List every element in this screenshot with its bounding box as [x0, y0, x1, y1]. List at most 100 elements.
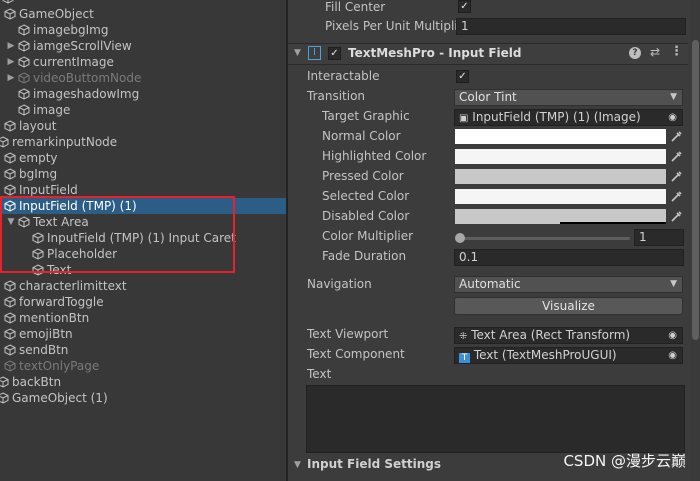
eyedropper-icon[interactable] [669, 210, 683, 224]
scrollbar-thumb[interactable] [692, 40, 699, 340]
fade-duration-field[interactable]: 0.1 [454, 249, 684, 266]
hierarchy-item[interactable]: emojiBtn [0, 326, 286, 342]
eyedropper-icon[interactable] [669, 150, 683, 164]
hierarchy-item[interactable]: imageshadowImg [0, 86, 286, 102]
transition-dropdown[interactable]: Color Tint ▼ [454, 89, 683, 106]
component-header[interactable]: ▼ I ✓ TextMeshPro - Input Field ? ⇄ ⋮ [288, 43, 688, 65]
ppu-label: Pixels Per Unit Multiplie [325, 19, 466, 33]
gameobject-icon [32, 232, 44, 244]
navigation-dropdown[interactable]: Automatic ▼ [454, 276, 683, 293]
navigation-value: Automatic [459, 277, 521, 291]
gameobject-icon [2, 0, 14, 4]
gameobject-icon [4, 120, 16, 132]
gameobject-icon [4, 184, 16, 196]
help-icon[interactable]: ? [629, 47, 641, 59]
hierarchy-item[interactable]: GameObject [0, 6, 286, 22]
hierarchy-item[interactable]: Text [0, 262, 286, 278]
object-picker-icon[interactable]: ◉ [668, 348, 677, 363]
object-picker-icon[interactable]: ◉ [668, 328, 677, 343]
hierarchy-item[interactable]: layout [0, 118, 286, 134]
fade-duration-label: Fade Duration [322, 249, 407, 263]
ppu-field[interactable]: 1 [456, 18, 686, 35]
normal-color-label: Normal Color [322, 129, 401, 143]
gameobject-icon [4, 168, 16, 180]
text-component-value: Text (TextMeshProUGUI) [473, 348, 617, 362]
highlighted-color-swatch[interactable] [455, 149, 666, 164]
hierarchy-item[interactable]: ▶ iamgeScrollView [0, 38, 286, 54]
gameobject-icon [32, 264, 44, 276]
gameobject-icon [18, 56, 30, 68]
hierarchy-item-label: mentionBtn [19, 311, 90, 325]
hierarchy-item[interactable]: characterlimittext [0, 278, 286, 294]
alpha-bar [560, 222, 666, 224]
watermark: CSDN @漫步云巅 [563, 452, 686, 470]
hierarchy-item[interactable]: imagebgImg [0, 22, 286, 38]
gameobject-icon [18, 40, 30, 52]
hierarchy-item[interactable]: ▼ Text Area [0, 214, 286, 230]
hierarchy-item[interactable]: ▶ currentImage [0, 54, 286, 70]
object-picker-icon[interactable]: ◉ [668, 110, 677, 125]
preset-icon[interactable]: ⇄ [650, 45, 660, 59]
more-icon[interactable]: ⋮ [670, 44, 683, 59]
disabled-color-swatch[interactable] [455, 209, 666, 224]
hierarchy-item[interactable]: textOnlyPage [0, 358, 286, 374]
hierarchy-item[interactable]: forwardToggle [0, 294, 286, 310]
color-multiplier-field[interactable]: 1 [634, 229, 684, 246]
hierarchy-item[interactable]: Placeholder [0, 246, 286, 262]
interactable-checkbox[interactable]: ✓ [456, 70, 469, 83]
hierarchy-item-label: forwardToggle [19, 295, 104, 309]
hierarchy-item[interactable]: GameObject (1) [0, 390, 286, 406]
hierarchy-item[interactable]: empty [0, 150, 286, 166]
text-input-area[interactable] [306, 385, 685, 453]
foldout-arrow-icon[interactable]: ▼ [294, 460, 301, 470]
hierarchy-item-label: characterlimittext [19, 279, 127, 293]
hierarchy-item[interactable]: bgImg [0, 166, 286, 182]
expand-arrow-icon[interactable]: ▼ [6, 214, 16, 230]
inspector-panel: Fill Center ✓ Pixels Per Unit Multiplie … [288, 0, 700, 481]
collapse-arrow-icon[interactable]: ▶ [6, 70, 16, 86]
slider-knob[interactable] [455, 233, 465, 243]
foldout-arrow-icon[interactable]: ▼ [294, 48, 301, 58]
gameobject-icon [4, 360, 16, 372]
inspector-scrollbar[interactable] [691, 0, 700, 481]
highlighted-color-label: Highlighted Color [322, 149, 427, 163]
hierarchy-item-label: InputField (TMP) (1) Input Caret [47, 231, 236, 245]
collapse-arrow-icon[interactable]: ▶ [6, 38, 16, 54]
color-multiplier-slider[interactable] [460, 237, 630, 240]
gameobject-icon [4, 152, 16, 164]
visualize-button[interactable]: Visualize [454, 297, 683, 315]
collapse-arrow-icon[interactable]: ▶ [6, 54, 16, 70]
component-enabled-checkbox[interactable]: ✓ [328, 47, 341, 60]
selected-color-swatch[interactable] [455, 189, 666, 204]
gameobject-icon [4, 280, 16, 292]
hierarchy-item-label: GameObject [19, 7, 94, 21]
rect-transform-icon: ⁜ [459, 331, 468, 342]
normal-color-swatch[interactable] [455, 129, 666, 144]
gameobject-icon [4, 328, 16, 340]
gameobject-icon [4, 200, 16, 212]
target-graphic-field[interactable]: ▣ InputField (TMP) (1) (Image) ◉ [454, 109, 683, 126]
eyedropper-icon[interactable] [669, 170, 683, 184]
input-field-settings-label[interactable]: Input Field Settings [307, 457, 441, 471]
fill-center-checkbox[interactable]: ✓ [458, 0, 471, 13]
hierarchy-item[interactable]: mentionBtn [0, 310, 286, 326]
text-component-field[interactable]: T Text (TextMeshProUGUI) ◉ [454, 347, 683, 364]
interactable-label: Interactable [307, 69, 380, 83]
eyedropper-icon[interactable] [669, 190, 683, 204]
hierarchy-item[interactable]: image [0, 102, 286, 118]
hierarchy-item[interactable]: backBtn [0, 374, 286, 390]
hierarchy-item[interactable]: InputField (TMP) (1) Input Caret [0, 230, 286, 246]
hierarchy-item[interactable]: InputField (TMP) (1) [0, 198, 286, 214]
pressed-color-swatch[interactable] [455, 169, 666, 184]
gameobject-icon [4, 8, 16, 20]
hierarchy-item[interactable]: InputField [0, 182, 286, 198]
text-viewport-field[interactable]: ⁜ Text Area (Rect Transform) ◉ [454, 327, 683, 344]
hierarchy-item[interactable]: remarkinputNode [0, 134, 286, 150]
eyedropper-icon[interactable] [669, 130, 683, 144]
hierarchy-item[interactable]: ▶ videoButtomNode [0, 70, 286, 86]
pressed-color-label: Pressed Color [322, 169, 404, 183]
gameobject-icon [0, 136, 9, 148]
image-icon: ▣ [459, 113, 469, 124]
disabled-color-label: Disabled Color [322, 209, 410, 223]
hierarchy-item[interactable]: sendBtn [0, 342, 286, 358]
